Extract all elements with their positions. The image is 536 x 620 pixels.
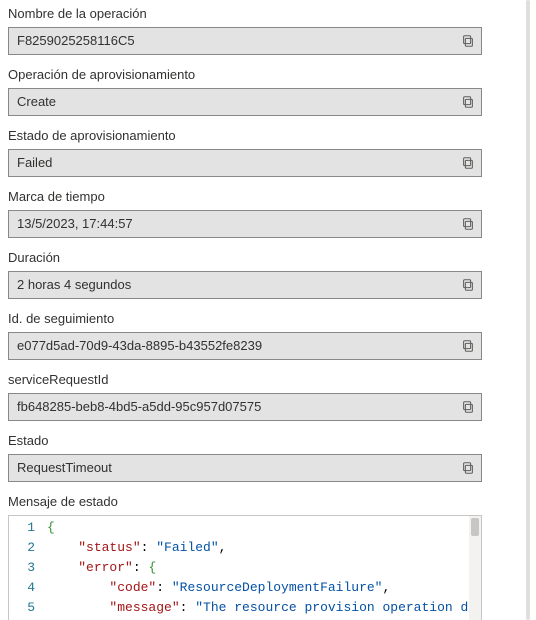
field-value-text: F8259025258116C5 <box>17 32 455 50</box>
field-value-text: e077d5ad-70d9-43da-8895-b43552fe8239 <box>17 337 455 355</box>
copy-icon[interactable] <box>461 217 475 231</box>
page-scrollbar[interactable] <box>526 0 530 620</box>
field-service-request-id: serviceRequestId fb648285-beb8-4bd5-a5dd… <box>8 370 482 421</box>
status-message-code[interactable]: 1234567 { "status": "Failed", "error": {… <box>8 515 482 620</box>
field-timestamp: Marca de tiempo 13/5/2023, 17:44:57 <box>8 187 482 238</box>
copy-icon[interactable] <box>461 461 475 475</box>
code-content[interactable]: { "status": "Failed", "error": { "code":… <box>41 516 469 620</box>
code-scrollbar[interactable] <box>469 516 481 620</box>
field-value-row: fb648285-beb8-4bd5-a5dd-95c957d07575 <box>8 393 482 421</box>
field-value-text: 13/5/2023, 17:44:57 <box>17 215 455 233</box>
code-scrollbar-thumb[interactable] <box>471 518 479 536</box>
field-value-text: RequestTimeout <box>17 459 455 477</box>
field-label: Id. de seguimiento <box>8 309 482 328</box>
field-value-text: 2 horas 4 segundos <box>17 276 455 294</box>
field-label: Estado de aprovisionamiento <box>8 126 482 145</box>
field-value-text: Create <box>17 93 455 111</box>
field-value-row: Create <box>8 88 482 116</box>
copy-icon[interactable] <box>461 278 475 292</box>
field-label: Nombre de la operación <box>8 4 482 23</box>
field-status: Estado RequestTimeout <box>8 431 482 482</box>
field-operation-name: Nombre de la operación F8259025258116C5 <box>8 4 482 55</box>
field-provisioning-operation: Operación de aprovisionamiento Create <box>8 65 482 116</box>
field-label: serviceRequestId <box>8 370 482 389</box>
field-value-row: e077d5ad-70d9-43da-8895-b43552fe8239 <box>8 332 482 360</box>
field-value-row: 13/5/2023, 17:44:57 <box>8 210 482 238</box>
copy-icon[interactable] <box>461 400 475 414</box>
field-value-row: RequestTimeout <box>8 454 482 482</box>
operation-details-panel: Nombre de la operación F8259025258116C5 … <box>0 0 500 620</box>
field-status-message: Mensaje de estado 1234567 { "status": "F… <box>8 492 482 620</box>
copy-icon[interactable] <box>461 34 475 48</box>
field-tracking-id: Id. de seguimiento e077d5ad-70d9-43da-88… <box>8 309 482 360</box>
field-provisioning-state: Estado de aprovisionamiento Failed <box>8 126 482 177</box>
copy-icon[interactable] <box>461 156 475 170</box>
field-duration: Duración 2 horas 4 segundos <box>8 248 482 299</box>
field-label: Operación de aprovisionamiento <box>8 65 482 84</box>
field-label: Mensaje de estado <box>8 492 482 511</box>
field-value-row: Failed <box>8 149 482 177</box>
field-value-text: fb648285-beb8-4bd5-a5dd-95c957d07575 <box>17 398 455 416</box>
field-value-text: Failed <box>17 154 455 172</box>
copy-icon[interactable] <box>461 95 475 109</box>
field-value-row: F8259025258116C5 <box>8 27 482 55</box>
code-line-numbers: 1234567 <box>9 516 41 620</box>
field-label: Marca de tiempo <box>8 187 482 206</box>
field-value-row: 2 horas 4 segundos <box>8 271 482 299</box>
copy-icon[interactable] <box>461 339 475 353</box>
field-label: Estado <box>8 431 482 450</box>
field-label: Duración <box>8 248 482 267</box>
